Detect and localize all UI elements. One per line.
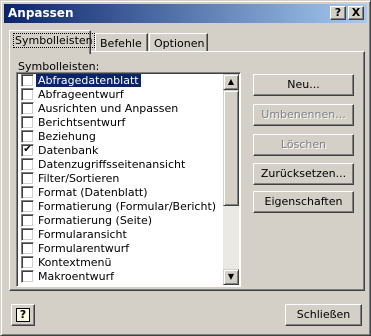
list-item-label: Datenzugriffsseitenansicht [38, 158, 186, 171]
toolbars-listbox[interactable]: Abfragedatenblatt Abfrageentwurf Ausrich… [16, 72, 241, 287]
list-item-label: Datenbank [38, 144, 99, 157]
properties-button[interactable]: Eigenschaften [253, 191, 354, 213]
scroll-up-icon[interactable]: ▲ [223, 74, 239, 90]
list-item[interactable]: Filter/Sortieren [19, 172, 224, 185]
list-item-label: Abfrageentwurf [38, 88, 124, 101]
list-item-label: Berichtsentwurf [38, 116, 126, 129]
tab-symbolleisten[interactable]: Symbolleisten [9, 30, 95, 54]
checkbox[interactable] [21, 186, 34, 199]
list-item[interactable]: Formatierung (Seite) [19, 214, 224, 227]
new-button[interactable]: Neu... [253, 74, 354, 96]
list-item[interactable]: Format (Datenblatt) [19, 186, 224, 199]
tab-label: Symbolleisten [13, 33, 95, 48]
checkmark-icon[interactable]: ✔ [21, 144, 34, 157]
scroll-thumb[interactable] [223, 90, 239, 206]
title-bar[interactable]: Anpassen ? X [4, 4, 367, 23]
checkbox[interactable] [21, 116, 34, 129]
tab-label: Optionen [154, 37, 205, 50]
checkbox[interactable] [21, 270, 34, 283]
help-button[interactable]: ? [11, 304, 35, 326]
checkbox[interactable] [21, 256, 34, 269]
list-item[interactable]: Berichtsentwurf [19, 116, 224, 129]
delete-button[interactable]: Löschen [253, 134, 354, 156]
checkbox[interactable] [21, 158, 34, 171]
checkbox[interactable] [21, 172, 34, 185]
list-item-label: Makroentwurf [38, 270, 115, 283]
help-title-button[interactable]: ? [330, 6, 346, 20]
tab-optionen[interactable]: Optionen [149, 33, 208, 53]
list-item-label: Formularansicht [38, 228, 127, 241]
checkbox[interactable] [21, 74, 34, 87]
checkbox[interactable] [21, 130, 34, 143]
rename-button[interactable]: Umbenennen... [253, 104, 354, 126]
list-item-label: Format (Datenblatt) [38, 186, 148, 199]
help-icon: ? [16, 308, 30, 322]
vertical-scrollbar[interactable]: ▲ ▼ [223, 74, 239, 285]
list-item-label: Formatierung (Seite) [38, 214, 153, 227]
list-item[interactable]: Beziehung [19, 130, 224, 143]
list-item[interactable]: Kontextmenü [19, 256, 224, 269]
list-item[interactable]: Formularansicht [19, 228, 224, 241]
list-item-label: Abfragedatenblatt [36, 74, 141, 87]
list-item-label: Formatierung (Formular/Bericht) [38, 200, 217, 213]
checkbox[interactable] [21, 214, 34, 227]
dialog-title: Anpassen [8, 6, 74, 20]
reset-button[interactable]: Zurücksetzen... [253, 163, 354, 185]
list-item[interactable]: Makroentwurf [19, 270, 224, 283]
tab-befehle[interactable]: Befehle [95, 33, 148, 53]
checkbox[interactable] [21, 102, 34, 115]
checkbox[interactable] [21, 200, 34, 213]
checkbox[interactable] [21, 242, 34, 255]
list-item-label: Formularentwurf [38, 242, 130, 255]
list-item[interactable]: Datenzugriffsseitenansicht [19, 158, 224, 171]
tab-label: Befehle [100, 37, 142, 50]
checkbox[interactable] [21, 228, 34, 241]
list-item-label: Beziehung [38, 130, 96, 143]
checkbox[interactable] [21, 88, 34, 101]
scroll-down-icon[interactable]: ▼ [223, 269, 239, 285]
list-item-label: Kontextmenü [38, 256, 112, 269]
list-item[interactable]: ✔ Datenbank [19, 144, 224, 157]
list-item-label: Ausrichten und Anpassen [38, 102, 179, 115]
list-item-label: Filter/Sortieren [38, 172, 120, 185]
list-item[interactable]: Formularentwurf [19, 242, 224, 255]
list-item[interactable]: Ausrichten und Anpassen [19, 102, 224, 115]
close-button[interactable]: Schließen [285, 304, 362, 326]
list-item[interactable]: Abfrageentwurf [19, 88, 224, 101]
list-item[interactable]: Formatierung (Formular/Bericht) [19, 200, 224, 213]
close-title-button[interactable]: X [348, 6, 364, 20]
list-item[interactable]: Abfragedatenblatt [19, 74, 224, 87]
customize-dialog: Anpassen ? X Symbolleisten Befehle Optio… [0, 0, 371, 336]
